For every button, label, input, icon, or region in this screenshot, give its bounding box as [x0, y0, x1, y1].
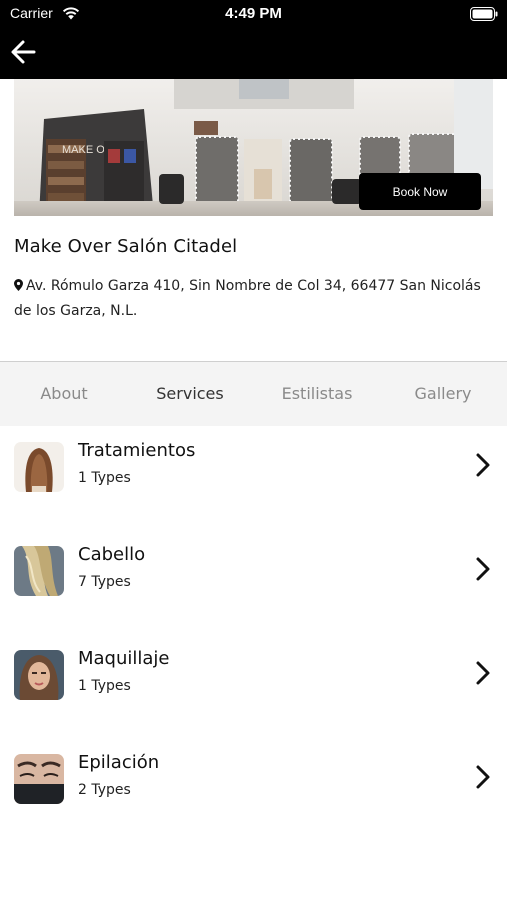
address-text: Av. Rómulo Garza 410, Sin Nombre de Col …: [14, 278, 481, 319]
tab-about[interactable]: About: [40, 384, 87, 403]
clock: 4:49 PM: [225, 5, 282, 22]
chevron-right-icon: [476, 453, 490, 477]
cabello-thumbnail: [14, 546, 64, 596]
chevron-right-icon: [476, 765, 490, 789]
book-now-button[interactable]: Book Now: [359, 173, 481, 210]
salon-name: Make Over Salón Citadel: [14, 236, 238, 257]
chevron-right-icon: [476, 661, 490, 685]
status-bar: Carrier 4:49 PM: [0, 0, 507, 28]
back-arrow-icon[interactable]: [8, 36, 40, 68]
map-pin-icon: [14, 279, 23, 291]
battery-icon: [470, 7, 498, 21]
tab-services[interactable]: Services: [156, 384, 223, 403]
tab-bar: About Services Estilistas Gallery: [0, 362, 507, 426]
service-name: Tratamientos: [78, 440, 196, 461]
top-bar: Carrier 4:49 PM: [0, 0, 507, 79]
service-row-cabello[interactable]: Cabello 7 Types: [0, 530, 507, 634]
epilacion-thumbnail: [14, 754, 64, 804]
chevron-right-icon: [476, 557, 490, 581]
service-row-maquillaje[interactable]: Maquillaje 1 Types: [0, 634, 507, 738]
tab-gallery[interactable]: Gallery: [415, 384, 472, 403]
service-name: Epilación: [78, 752, 160, 773]
service-name: Maquillaje: [78, 648, 170, 669]
service-name: Cabello: [78, 544, 146, 565]
tratamientos-thumbnail: [14, 442, 64, 492]
salon-address: Av. Rómulo Garza 410, Sin Nombre de Col …: [14, 274, 494, 324]
service-types-count: 1 Types: [78, 470, 131, 486]
service-row-tratamientos[interactable]: Tratamientos 1 Types: [0, 426, 507, 530]
service-types-count: 2 Types: [78, 782, 131, 798]
service-types-count: 7 Types: [78, 574, 131, 590]
service-row-epilacion[interactable]: Epilación 2 Types: [0, 738, 507, 842]
service-types-count: 1 Types: [78, 678, 131, 694]
maquillaje-thumbnail: [14, 650, 64, 700]
tab-estilistas[interactable]: Estilistas: [282, 384, 353, 403]
